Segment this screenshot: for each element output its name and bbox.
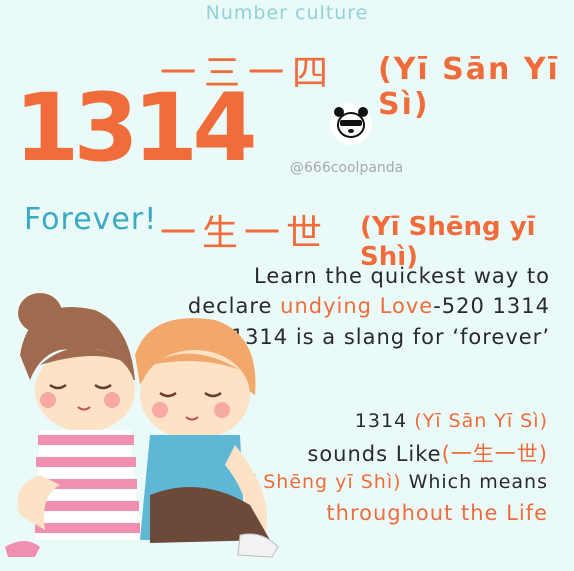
forever-label: Forever! <box>24 202 158 237</box>
para1-line2-highlight: undying Love <box>280 294 434 318</box>
big-number: 1314 <box>14 74 258 183</box>
para1-line2-c: -520 1314 <box>433 294 550 318</box>
para2-line3-b: Which means <box>401 471 548 493</box>
author-handle: @666coolpanda <box>290 160 404 176</box>
para2-line1: 1314 (Yī Sān Yī Sì) <box>355 410 548 432</box>
header-title: Number culture <box>205 2 369 24</box>
para2-line2: sounds Like(一生一世) <box>307 438 548 468</box>
pinyin-forever: (Yī Shēng yī Shì) <box>360 212 536 272</box>
para2-line4: throughout the Life <box>326 501 548 525</box>
couple-illustration <box>5 293 279 558</box>
para1-line1: Learn the quickest way to <box>254 264 550 288</box>
para2-line2-chinese: (一生一世) <box>441 442 548 466</box>
pinyin-1314: (Yī Sān Yī Sì) <box>378 52 560 122</box>
chinese-characters-forever: 一生一世 <box>160 213 329 254</box>
para2-line1-pinyin: (Yī Sān Yī Sì) <box>414 410 548 432</box>
panda-logo-icon <box>330 103 372 145</box>
para2-line2-a: sounds Like <box>307 442 442 466</box>
para2-line1-a: 1314 <box>354 410 415 432</box>
